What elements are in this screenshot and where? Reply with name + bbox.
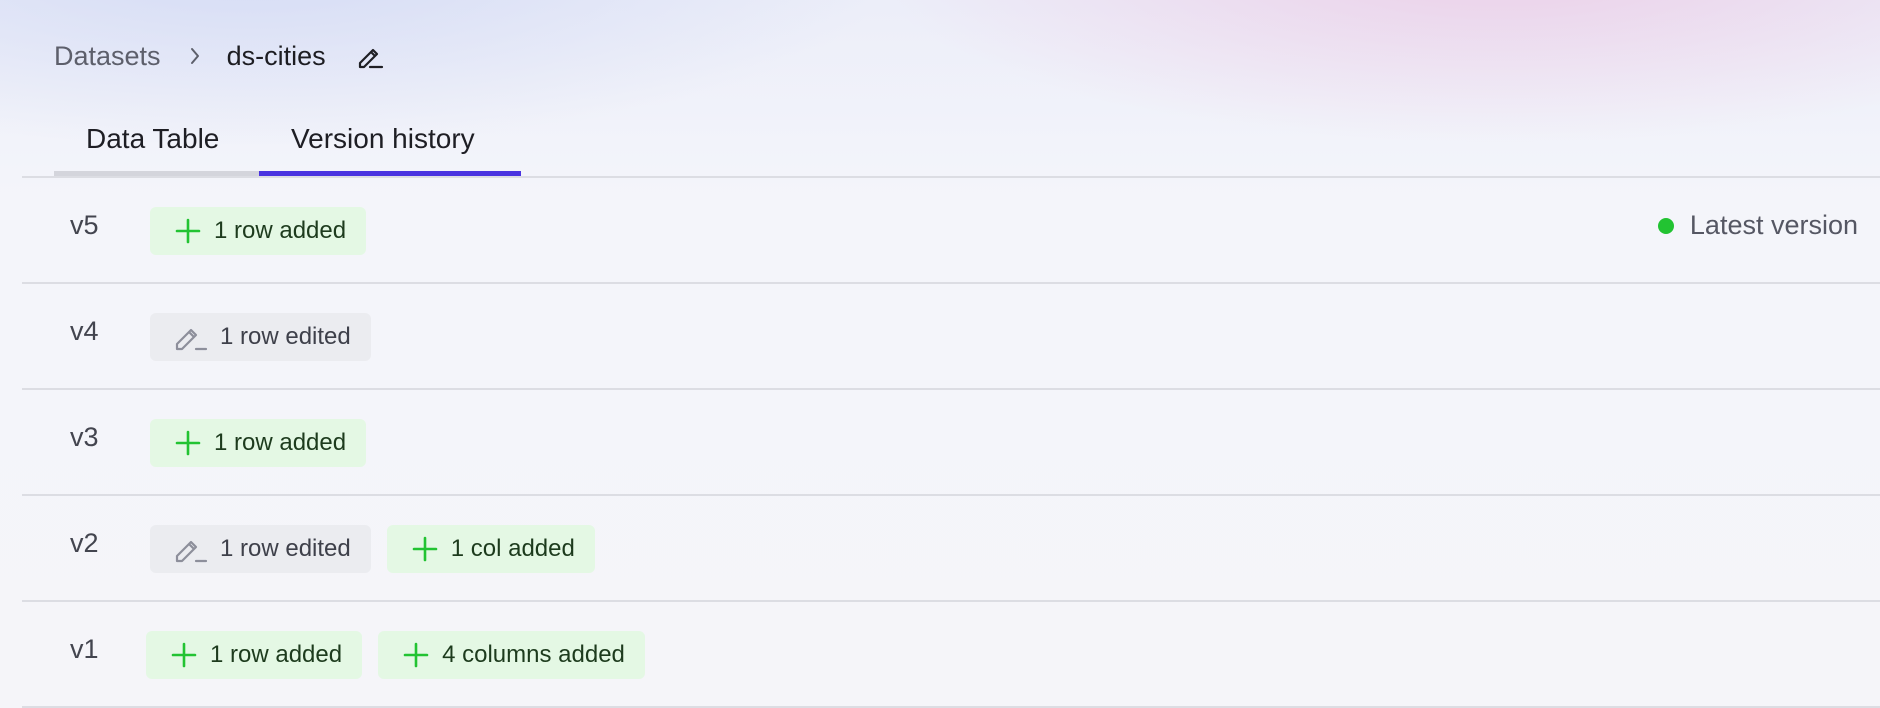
breadcrumb-datasets-link[interactable]: Datasets — [54, 41, 161, 72]
badge-text: 1 row added — [214, 217, 347, 244]
badge-text: 1 row added — [214, 429, 347, 456]
badge-text: 1 col added — [450, 535, 575, 562]
change-badges: 1 row added 4 columns added — [146, 631, 645, 679]
badge-text: 1 row edited — [220, 535, 351, 562]
version-row-v5[interactable]: v5 1 row added Latest version — [22, 178, 1880, 284]
change-badges: 1 row added — [150, 419, 367, 467]
rows-added-badge: 1 row added — [146, 631, 363, 679]
tab-version-history[interactable]: Version history — [259, 106, 521, 176]
change-badges: 1 row added — [150, 207, 367, 255]
version-row-v1[interactable]: v1 1 row added 4 columns added — [22, 602, 1880, 708]
plus-icon — [174, 217, 202, 245]
rows-added-badge: 1 row added — [150, 207, 367, 255]
chevron-right-icon — [189, 46, 201, 66]
badge-text: 1 row added — [210, 641, 343, 668]
badge-text: 4 columns added — [442, 641, 625, 668]
status-dot — [1657, 217, 1674, 234]
badge-text: 1 row edited — [220, 323, 351, 350]
latest-version-label: Latest version — [1689, 210, 1858, 240]
change-badges: 1 row edited 1 col added — [150, 525, 595, 573]
tab-bar: Data Table Version history — [54, 106, 521, 176]
version-label: v4 — [70, 316, 99, 346]
rows-added-badge: 1 row added — [150, 419, 367, 467]
version-row-v2[interactable]: v2 1 row edited 1 col added — [22, 496, 1880, 602]
columns-added-badge: 4 columns added — [378, 631, 645, 679]
pencil-icon — [174, 534, 208, 564]
version-label: v1 — [70, 634, 99, 664]
rows-edited-badge: 1 row edited — [150, 313, 371, 361]
pencil-icon — [174, 322, 208, 352]
dataset-name: ds-cities — [226, 40, 326, 71]
plus-icon — [402, 641, 430, 669]
columns-added-badge: 1 col added — [386, 525, 595, 573]
rows-edited-badge: 1 row edited — [150, 525, 371, 573]
version-label: v3 — [70, 422, 99, 452]
edit-dataset-name-button[interactable] — [354, 41, 384, 71]
plus-icon — [174, 429, 202, 457]
version-history-list: v5 1 row added Latest version v4 1 row e… — [22, 176, 1880, 708]
tab-data-table[interactable]: Data Table — [54, 106, 259, 176]
version-label: v2 — [70, 528, 99, 558]
breadcrumb: Datasets ds-cities — [54, 36, 384, 76]
version-row-v4[interactable]: v4 1 row edited — [22, 284, 1880, 390]
latest-version-indicator: Latest version — [1657, 210, 1858, 241]
plus-icon — [170, 641, 198, 669]
pencil-icon — [354, 41, 384, 71]
change-badges: 1 row edited — [150, 313, 371, 361]
version-label: v5 — [70, 210, 99, 240]
version-row-v3[interactable]: v3 1 row added — [22, 390, 1880, 496]
plus-icon — [411, 535, 439, 563]
